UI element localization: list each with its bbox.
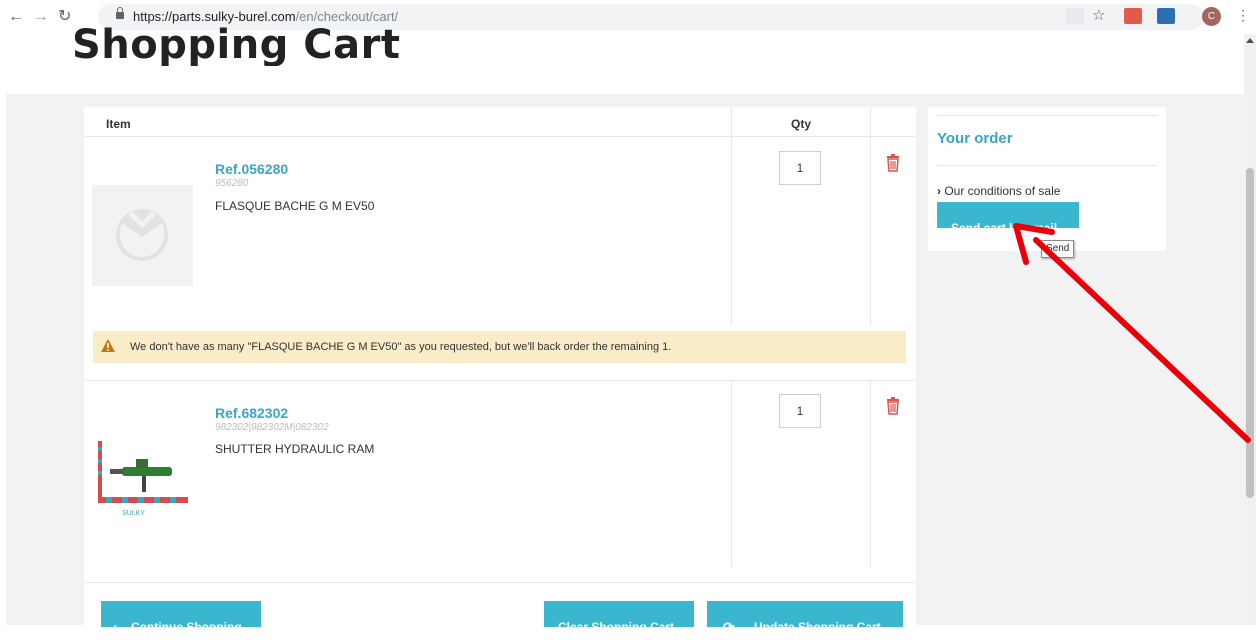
hydraulic-ram-image: SULKY — [98, 441, 188, 517]
column-divider — [731, 381, 732, 567]
forward-arrow-icon[interactable]: → — [33, 8, 49, 26]
pdf-extension-icon[interactable] — [1124, 8, 1142, 24]
product-name: SHUTTER HYDRAULIC RAM — [215, 442, 375, 456]
star-icon[interactable]: ☆ — [1092, 7, 1105, 25]
sidebar-divider — [937, 115, 1157, 116]
warning-text: We don't have as many "FLASQUE BACHE G M… — [130, 341, 672, 353]
product-thumbnail[interactable]: SULKY — [92, 437, 193, 517]
placeholder-logo-icon — [116, 209, 168, 261]
profile-avatar[interactable]: C — [1202, 7, 1221, 26]
trash-icon[interactable] — [886, 154, 900, 172]
back-arrow-icon[interactable]: ← — [8, 8, 24, 26]
quantity-input[interactable]: 1 — [779, 151, 821, 185]
backorder-warning: We don't have as many "FLASQUE BACHE G M… — [93, 331, 906, 363]
clear-cart-button[interactable]: Clear Shopping Cart — [544, 601, 694, 634]
column-header-qty: Qty — [791, 117, 812, 131]
chevron-left-icon: ‹ — [113, 620, 117, 634]
product-sku: 982302|982302M|082302 — [215, 422, 329, 433]
sidebar-title: Your order — [937, 130, 1013, 147]
column-divider — [870, 381, 871, 567]
page-scrollbar[interactable] — [1244, 34, 1256, 625]
reload-icon[interactable]: ↻ — [58, 8, 71, 26]
column-header-item: Item — [106, 117, 131, 131]
page-title: Shopping Cart — [72, 22, 401, 66]
scrollbar-thumb[interactable] — [1246, 168, 1254, 498]
row-divider — [84, 380, 916, 381]
conditions-of-sale-link[interactable]: › Our conditions of sale — [937, 184, 1060, 198]
product-ref-link[interactable]: Ref.682302 — [215, 405, 288, 421]
column-divider — [870, 107, 871, 325]
scroll-up-arrow-icon[interactable] — [1246, 38, 1254, 43]
send-tooltip: Send — [1041, 240, 1075, 258]
send-cart-by-email-button[interactable]: Send cart by email — [937, 202, 1079, 235]
product-image-brand: SULKY — [122, 510, 145, 517]
trash-icon[interactable] — [886, 397, 900, 415]
extension-icon[interactable] — [1157, 8, 1175, 24]
row-divider — [84, 582, 916, 583]
product-name: FLASQUE BACHE G M EV50 — [215, 199, 375, 213]
product-sku: 956280 — [215, 178, 249, 189]
product-thumbnail-placeholder[interactable] — [92, 185, 193, 286]
header-divider — [84, 136, 916, 137]
quantity-input[interactable]: 1 — [779, 394, 821, 428]
chevron-right-icon: › — [937, 184, 941, 198]
continue-shopping-button[interactable]: ‹ Continue Shopping — [101, 601, 261, 634]
warning-icon — [101, 339, 115, 352]
refresh-icon: ⟳ — [723, 619, 735, 635]
menu-kebab-icon[interactable]: ⋮ — [1236, 7, 1250, 24]
translate-icon[interactable] — [1066, 8, 1084, 24]
sidebar-divider — [937, 165, 1157, 166]
update-cart-button[interactable]: ⟳ Update Shopping Cart — [707, 601, 903, 635]
lock-icon — [116, 7, 124, 20]
product-ref-link[interactable]: Ref.056280 — [215, 161, 288, 177]
column-divider — [731, 107, 732, 325]
